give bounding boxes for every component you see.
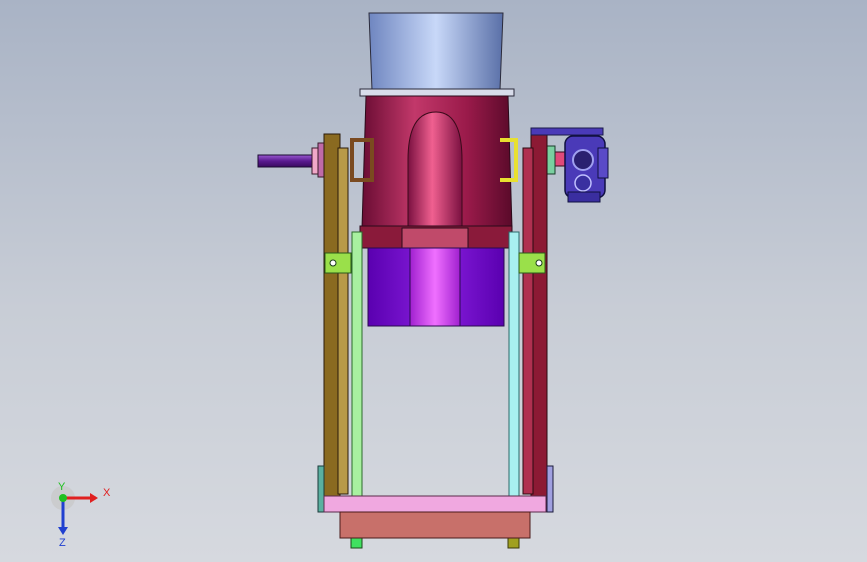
left-frame[interactable] [323, 133, 349, 497]
y-axis-label: Y [58, 481, 66, 493]
x-axis-label: X [103, 487, 111, 499]
left-shaft[interactable] [257, 142, 327, 178]
x-arrow-icon [90, 493, 98, 503]
cad-viewport[interactable]: X Y Z [0, 0, 867, 562]
hopper-top[interactable] [359, 12, 515, 97]
z-arrow-icon [58, 527, 68, 535]
gear-motor[interactable] [564, 135, 609, 203]
discharge-chute[interactable] [367, 247, 505, 327]
assembly-model[interactable] [0, 0, 867, 562]
z-axis-label: Z [59, 537, 66, 549]
coordinate-triad: X Y Z [40, 480, 120, 550]
hopper-body[interactable] [359, 95, 513, 249]
y-axis-icon [59, 494, 67, 502]
